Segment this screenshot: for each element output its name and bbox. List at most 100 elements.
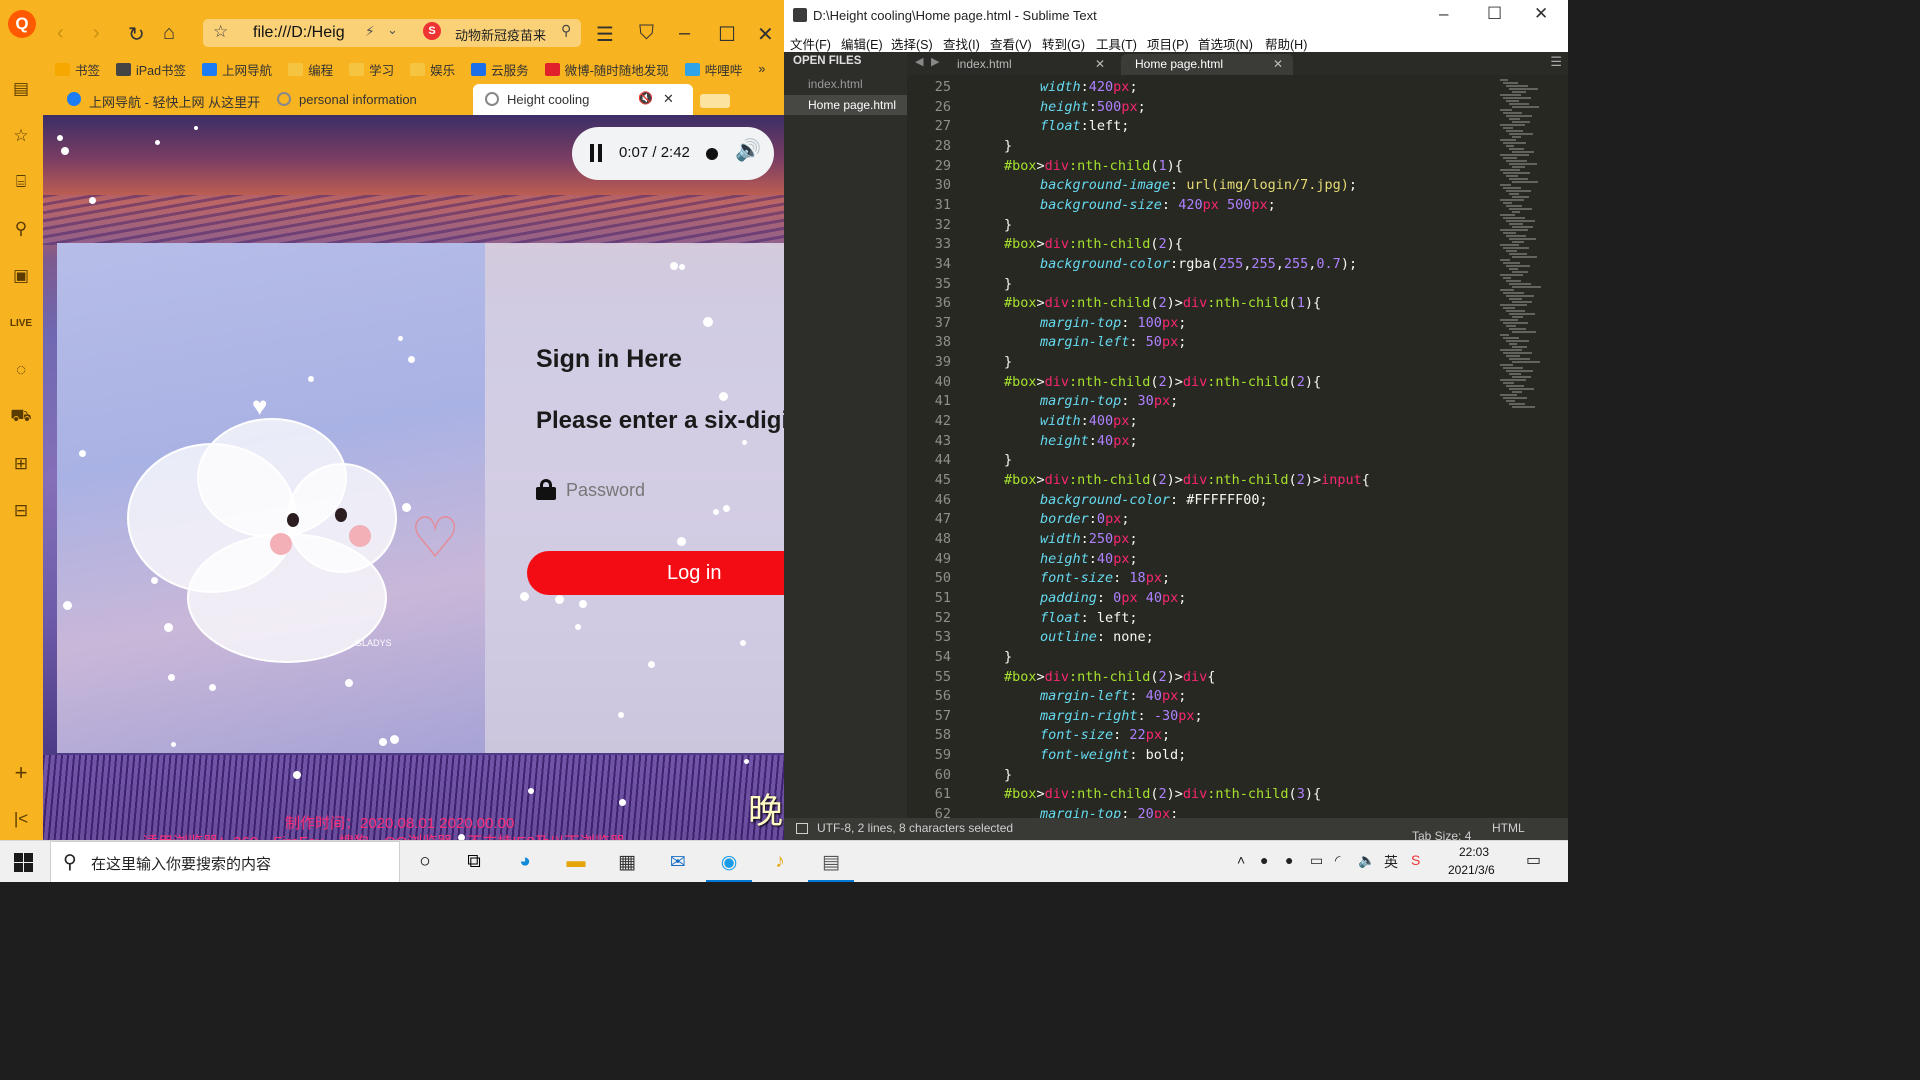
tab-close-icon[interactable]: ✕ bbox=[1273, 57, 1283, 71]
home-icon[interactable]: ⌂ bbox=[163, 22, 175, 45]
code-line[interactable]: height:40px; bbox=[1040, 551, 1138, 567]
live-icon[interactable]: LIVE bbox=[8, 310, 34, 336]
volume-icon[interactable]: 🔈 bbox=[1358, 852, 1375, 869]
speed-mode-icon[interactable]: ⚡ bbox=[365, 23, 375, 40]
task-view-icon[interactable]: ⧉ bbox=[459, 847, 489, 877]
bookmark-star-icon[interactable]: ☆ bbox=[213, 22, 228, 42]
bookmark-item[interactable]: 云服务 bbox=[471, 58, 529, 80]
bookmark-item[interactable]: 上网导航 bbox=[202, 58, 272, 80]
360-browser-icon[interactable]: ◉ bbox=[706, 847, 752, 882]
clock-time[interactable]: 22:03 bbox=[1459, 845, 1489, 859]
add-icon[interactable]: + bbox=[8, 760, 34, 786]
edge-icon[interactable]: ◕ bbox=[510, 847, 540, 877]
bookmark-item[interactable]: 娱乐 bbox=[410, 58, 455, 80]
code-line[interactable]: margin-top: 100px; bbox=[1040, 315, 1186, 331]
code-line[interactable]: #box>div:nth-child(2)>div:nth-child(1){ bbox=[1004, 295, 1321, 311]
code-line[interactable]: border:0px; bbox=[1040, 511, 1129, 527]
code-line[interactable]: background-color:rgba(255,255,255,0.7); bbox=[1040, 256, 1357, 272]
bookmark-item[interactable]: 学习 bbox=[349, 58, 394, 80]
progress-thumb[interactable] bbox=[706, 148, 718, 160]
code-line[interactable]: height:500px; bbox=[1040, 99, 1146, 115]
minimize-icon[interactable]: – bbox=[679, 22, 690, 45]
maximize-icon[interactable]: ☐ bbox=[1487, 4, 1502, 24]
code-line[interactable]: margin-top: 20px; bbox=[1040, 806, 1178, 818]
editor-tab-home-page[interactable]: Home page.html ✕ bbox=[1121, 54, 1293, 75]
favorites-star-icon[interactable]: ☆ bbox=[8, 123, 34, 149]
close-icon[interactable]: ✕ bbox=[1534, 4, 1548, 24]
menu-item[interactable]: 工具(T) bbox=[1096, 34, 1137, 53]
code-line[interactable]: #box>div:nth-child(2){ bbox=[1004, 236, 1183, 252]
network-icon[interactable]: ◜ bbox=[1335, 852, 1340, 869]
taskbar-search-placeholder[interactable]: 在这里输入你要搜索的内容 bbox=[91, 853, 271, 874]
video-icon[interactable]: ▣ bbox=[8, 263, 34, 289]
taskbar-search-box[interactable]: ⚲ 在这里输入你要搜索的内容 bbox=[50, 841, 400, 882]
store-icon[interactable]: ▦ bbox=[612, 847, 642, 877]
qq-tray-icon-2[interactable]: ● bbox=[1285, 852, 1293, 868]
audio-player[interactable]: 0:07 / 2:42 🔊 bbox=[572, 127, 774, 180]
address-bar[interactable]: ☆ file:///D:/Heig ⚡ ⌄ bbox=[203, 19, 451, 47]
skin-icon[interactable]: ⛉ bbox=[639, 22, 654, 45]
tab-menu-icon[interactable]: ☰ bbox=[1550, 54, 1562, 70]
code-line[interactable]: #box>div:nth-child(2)>div{ bbox=[1004, 669, 1215, 685]
bookmark-item[interactable]: iPad书签 bbox=[116, 58, 186, 80]
chat-icon[interactable]: ◌ bbox=[8, 357, 34, 383]
more-bookmarks-icon[interactable]: » bbox=[758, 58, 765, 80]
briefcase-icon[interactable]: ⊟ bbox=[8, 498, 34, 524]
notification-icon[interactable]: ▭ bbox=[1526, 850, 1541, 870]
menu-icon[interactable]: ☰ bbox=[596, 22, 614, 47]
password-input[interactable] bbox=[566, 475, 784, 505]
code-line[interactable]: } bbox=[1004, 276, 1012, 292]
cortana-icon[interactable]: ○ bbox=[410, 847, 440, 877]
music-app-icon[interactable]: ♪ bbox=[765, 847, 795, 877]
search-icon[interactable]: ⚲ bbox=[561, 22, 571, 39]
tab-close-icon[interactable]: ✕ bbox=[1095, 57, 1105, 71]
search-suggestion[interactable]: 动物新冠疫苗来 bbox=[455, 25, 546, 44]
sidebar-file-home-page[interactable]: Home page.html bbox=[784, 95, 907, 115]
code-line[interactable]: width:420px; bbox=[1040, 79, 1138, 95]
code-line[interactable]: font-size: 22px; bbox=[1040, 727, 1170, 743]
clock-date[interactable]: 2021/3/6 bbox=[1448, 863, 1495, 877]
code-line[interactable]: } bbox=[1004, 217, 1012, 233]
code-line[interactable]: #box>div:nth-child(2)>div:nth-child(3){ bbox=[1004, 786, 1321, 802]
back-icon[interactable]: ‹ bbox=[57, 22, 64, 45]
code-line[interactable]: background-image: url(img/login/7.jpg); bbox=[1040, 177, 1357, 193]
tab-scroll-right-icon[interactable]: ▶ bbox=[931, 55, 939, 68]
sublime-taskbar-icon[interactable]: ▤ bbox=[808, 847, 854, 882]
new-tab-button[interactable] bbox=[700, 94, 730, 108]
code-line[interactable]: font-size: 18px; bbox=[1040, 570, 1170, 586]
code-line[interactable]: width:250px; bbox=[1040, 531, 1138, 547]
tray-expand-icon[interactable]: ˄ bbox=[1237, 852, 1245, 868]
menu-item[interactable]: 编辑(E) bbox=[841, 34, 883, 53]
collapse-sidebar-icon[interactable]: |< bbox=[8, 806, 34, 832]
code-line[interactable]: } bbox=[1004, 767, 1012, 783]
code-line[interactable]: margin-left: 40px; bbox=[1040, 688, 1186, 704]
search-box[interactable]: S 动物新冠疫苗来 ⚲ bbox=[417, 19, 581, 47]
login-button[interactable]: Log in bbox=[527, 551, 784, 595]
minimap[interactable] bbox=[1496, 75, 1556, 435]
code-line[interactable]: background-size: 420px 500px; bbox=[1040, 197, 1276, 213]
address-url[interactable]: file:///D:/Heig bbox=[253, 24, 345, 42]
menu-item[interactable]: 帮助(H) bbox=[1265, 34, 1307, 53]
tab-personal-information[interactable]: personal information bbox=[265, 84, 470, 115]
bookmark-item[interactable]: 微博-随时随地发现 bbox=[544, 58, 669, 80]
code-line[interactable]: width:400px; bbox=[1040, 413, 1138, 429]
code-line[interactable]: } bbox=[1004, 452, 1012, 468]
code-line[interactable]: margin-left: 50px; bbox=[1040, 334, 1186, 350]
code-line[interactable]: float: left; bbox=[1040, 610, 1138, 626]
code-editor[interactable]: 25 26 27 28 29 30 31 32 33 34 35 36 37 38 39 40 41 42 43 44… bbox=[907, 75, 1568, 818]
code-line[interactable]: background-color: #FFFFFF00; bbox=[1040, 492, 1268, 508]
code-line[interactable]: #box>div:nth-child(2)>div:nth-child(2){ bbox=[1004, 374, 1321, 390]
close-icon[interactable]: ✕ bbox=[757, 22, 774, 47]
menu-item[interactable]: 转到(G) bbox=[1042, 34, 1085, 53]
bookmark-item[interactable]: 哔哩哔 bbox=[684, 58, 742, 80]
windows-start-icon[interactable] bbox=[14, 853, 33, 872]
editor-tab-index[interactable]: index.html ✕ bbox=[943, 54, 1115, 75]
code-line[interactable]: outline: none; bbox=[1040, 629, 1154, 645]
minimize-icon[interactable]: – bbox=[1439, 4, 1448, 24]
sogou-ime-icon[interactable]: S bbox=[1411, 852, 1420, 868]
browser-logo-icon[interactable]: Q bbox=[8, 10, 36, 38]
code-line[interactable]: float:left; bbox=[1040, 118, 1129, 134]
mail-icon[interactable]: ✉ bbox=[663, 847, 693, 877]
battery-icon[interactable]: ▭ bbox=[1310, 852, 1323, 869]
code-line[interactable]: height:40px; bbox=[1040, 433, 1138, 449]
